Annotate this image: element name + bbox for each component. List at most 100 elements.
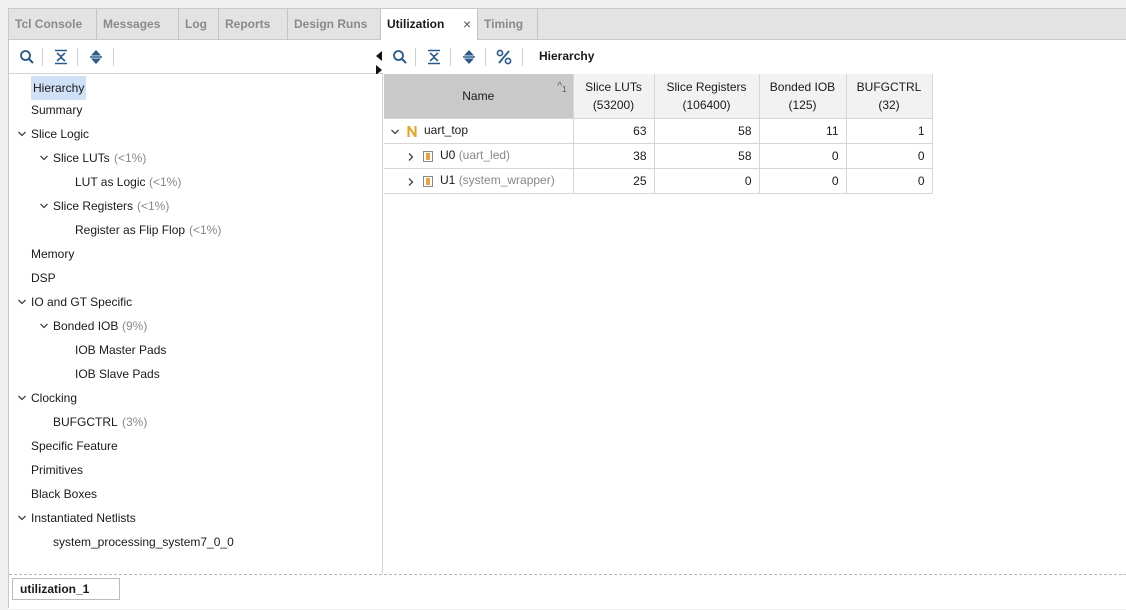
chevron-down-icon[interactable] xyxy=(39,153,49,163)
tree-item-label: Primitives xyxy=(31,463,84,477)
tree-item-label: Slice Registers xyxy=(53,199,134,213)
column-header-slice-registers[interactable]: Slice Registers (106400) xyxy=(654,74,760,119)
module-name: uart_top xyxy=(424,122,469,137)
tab-design-runs[interactable]: Design Runs xyxy=(288,9,381,40)
tree-item-percent: (<1%) xyxy=(114,151,147,165)
tree-item-label: Register as Flip Flop xyxy=(75,223,186,237)
tree-item-label: Bonded IOB xyxy=(53,319,119,333)
tree-item-system-processing-system7-0-0[interactable]: system_processing_system7_0_0 xyxy=(9,532,381,552)
tree-item-black-boxes[interactable]: Black Boxes xyxy=(9,484,381,504)
column-header-bufgctrl[interactable]: BUFGCTRL (32) xyxy=(846,74,933,119)
close-icon[interactable]: × xyxy=(463,9,471,39)
column-header-slice-luts[interactable]: Slice LUTs (53200) xyxy=(573,74,655,119)
expand-all-icon[interactable] xyxy=(86,47,106,67)
tree-item-label: IO and GT Specific xyxy=(31,295,133,309)
column-label: Slice Registers xyxy=(666,79,747,94)
chevron-down-icon[interactable] xyxy=(390,127,400,137)
tree-item-label: IOB Slave Pads xyxy=(75,367,160,381)
expand-all-icon[interactable] xyxy=(459,47,479,67)
cell-bufgctrl: 1 xyxy=(846,118,933,144)
tab-label: Timing xyxy=(484,17,524,31)
search-icon[interactable] xyxy=(390,47,410,67)
chevron-down-icon[interactable] xyxy=(17,297,27,307)
table-row[interactable]: U1 (system_wrapper) 25 0 0 0 xyxy=(384,168,933,194)
right-toolbar: Hierarchy xyxy=(384,40,1126,74)
tab-tcl-console[interactable]: Tcl Console xyxy=(9,9,97,40)
utilization-table-area: Name ^1 Slice LUTs (53200) Slice Register… xyxy=(384,74,1126,574)
percent-icon[interactable] xyxy=(494,47,514,67)
chevron-right-icon[interactable] xyxy=(406,177,416,187)
column-header-name[interactable]: Name ^1 xyxy=(384,74,574,119)
tab-log[interactable]: Log xyxy=(179,9,219,40)
collapse-all-icon[interactable] xyxy=(424,47,444,67)
tree-item-label: Clocking xyxy=(31,391,78,405)
tree-item-label: LUT as Logic xyxy=(75,175,146,189)
chevron-right-icon[interactable] xyxy=(406,152,416,162)
tab-messages[interactable]: Messages xyxy=(97,9,179,40)
collapse-all-icon[interactable] xyxy=(51,47,71,67)
report-tab-utilization-1[interactable]: utilization_1 xyxy=(12,578,120,600)
column-label: Name xyxy=(462,88,495,103)
tree-item-slice-registers[interactable]: Slice Registers (<1%) xyxy=(9,196,381,216)
tree-item-label: Slice LUTs xyxy=(53,151,110,165)
tab-timing[interactable]: Timing xyxy=(478,9,538,40)
tree-item-memory[interactable]: Memory xyxy=(9,244,381,264)
chevron-down-icon[interactable] xyxy=(17,513,27,523)
chevron-down-icon[interactable] xyxy=(39,321,49,331)
tree-item-instantiated-netlists[interactable]: Instantiated Netlists xyxy=(9,508,381,528)
tree-item-primitives[interactable]: Primitives xyxy=(9,460,381,480)
tree-item-specific-feature[interactable]: Specific Feature xyxy=(9,436,381,456)
cell-slice-registers: 58 xyxy=(654,118,760,144)
tab-label: Reports xyxy=(225,17,271,31)
tree-item-label: Summary xyxy=(31,103,83,117)
tree-item-iob-master-pads[interactable]: IOB Master Pads xyxy=(9,340,381,360)
tree-item-io-and-gt-specific[interactable]: IO and GT Specific xyxy=(9,292,381,312)
utilization-table: Name ^1 Slice LUTs (53200) Slice Register… xyxy=(384,74,933,194)
tree-item-bonded-iob[interactable]: Bonded IOB (9%) xyxy=(9,316,381,336)
tree-item-bufgctrl[interactable]: BUFGCTRL (3%) xyxy=(9,412,381,432)
tree-item-register-as-flip-flop[interactable]: Register as Flip Flop (<1%) xyxy=(9,220,381,240)
cell-slice-luts: 25 xyxy=(573,168,655,194)
column-header-bonded-iob[interactable]: Bonded IOB (125) xyxy=(759,74,847,119)
tree-item-label: Specific Feature xyxy=(31,439,118,453)
tab-reports[interactable]: Reports xyxy=(219,9,288,40)
tree-item-label: Slice Logic xyxy=(31,127,90,141)
tree-item-slice-luts[interactable]: Slice LUTs (<1%) xyxy=(9,148,381,168)
column-capacity: (32) xyxy=(878,97,900,112)
tree-item-percent: (<1%) xyxy=(189,223,222,237)
search-icon[interactable] xyxy=(17,47,37,67)
chevron-down-icon[interactable] xyxy=(17,393,27,403)
module-type: (uart_led) xyxy=(458,147,511,162)
module-instance-icon xyxy=(423,150,433,162)
instance-name: U1 xyxy=(440,172,456,187)
tree-item-clocking[interactable]: Clocking xyxy=(9,388,381,408)
table-row[interactable]: U0 (uart_led) 38 58 0 0 xyxy=(384,143,933,169)
cell-bonded-iob: 0 xyxy=(759,168,847,194)
tree-item-slice-logic[interactable]: Slice Logic xyxy=(9,124,381,144)
cell-bufgctrl: 0 xyxy=(846,143,933,169)
tree-item-label: Hierarchy xyxy=(31,76,87,100)
cell-bufgctrl: 0 xyxy=(846,168,933,194)
tree-item-label: Black Boxes xyxy=(31,487,98,501)
report-tab-strip: utilization_1 xyxy=(9,574,1126,609)
cell-name: U0 (uart_led) xyxy=(384,143,574,169)
chevron-down-icon[interactable] xyxy=(39,201,49,211)
tree-item-label: Memory xyxy=(31,247,75,261)
tree-item-lut-as-logic[interactable]: LUT as Logic (<1%) xyxy=(9,172,381,192)
tree-item-hierarchy[interactable]: Hierarchy xyxy=(9,76,381,100)
tree-item-percent: (<1%) xyxy=(149,175,182,189)
tab-utilization[interactable]: Utilization × xyxy=(381,9,478,41)
cell-name: U1 (system_wrapper) xyxy=(384,168,574,194)
tree-item-dsp[interactable]: DSP xyxy=(9,268,381,288)
chevron-down-icon[interactable] xyxy=(17,129,27,139)
tab-label: Tcl Console xyxy=(15,17,83,31)
tree-item-label: system_processing_system7_0_0 xyxy=(53,535,234,549)
utilization-window: Tcl Console Messages Log Reports Design … xyxy=(8,8,1126,609)
tree-item-iob-slave-pads[interactable]: IOB Slave Pads xyxy=(9,364,381,384)
tree-item-summary[interactable]: Summary xyxy=(9,100,381,120)
table-row[interactable]: uart_top 63 58 11 1 xyxy=(384,118,933,144)
tab-label: Design Runs xyxy=(294,17,368,31)
tree-item-percent: (9%) xyxy=(122,319,148,333)
left-toolbar xyxy=(9,40,383,74)
cell-slice-registers: 0 xyxy=(654,168,760,194)
